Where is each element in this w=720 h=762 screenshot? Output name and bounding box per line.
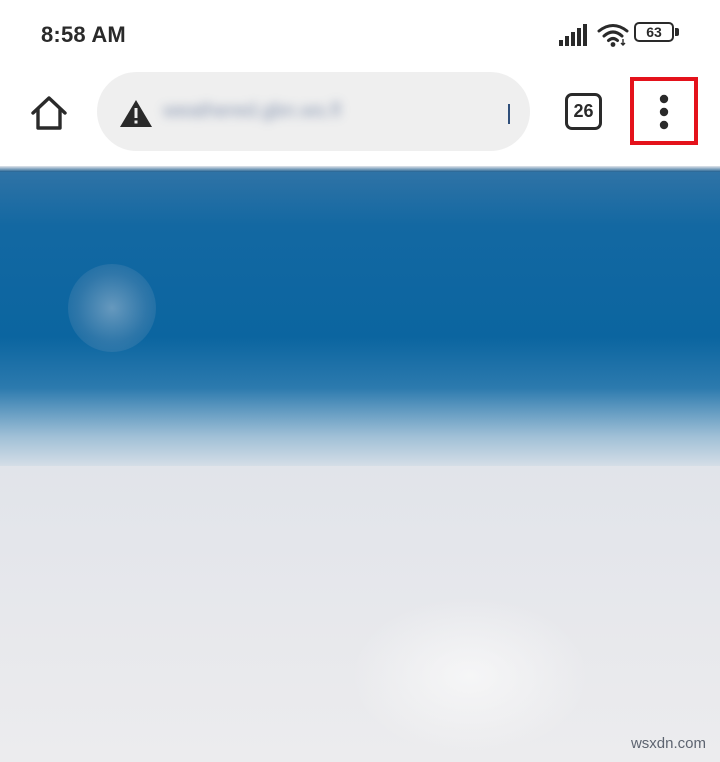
home-button[interactable] — [26, 90, 72, 136]
more-vert-icon — [659, 94, 669, 130]
browser-screen: 8:58 AM 63 weathered.gbn.ws.fl 26 wsxdn.… — [0, 0, 720, 762]
blurred-logo — [68, 264, 156, 352]
status-time: 8:58 AM — [41, 22, 126, 47]
page-header-banner — [0, 172, 720, 472]
home-icon — [31, 96, 67, 130]
wifi-icon — [597, 24, 629, 47]
status-bar: 8:58 AM 63 — [0, 0, 720, 68]
watermark: wsxdn.com — [630, 735, 706, 752]
url-text[interactable]: weathered.gbn.ws.fl — [163, 98, 505, 124]
page-body — [0, 466, 720, 762]
text-cursor — [508, 104, 510, 124]
more-options-button[interactable] — [630, 77, 698, 145]
tab-switcher-button[interactable]: 26 — [565, 93, 602, 130]
warning-icon[interactable] — [119, 98, 153, 128]
web-page-content[interactable]: wsxdn.com — [0, 166, 720, 762]
battery-icon: 63 — [634, 22, 680, 46]
blurred-highlight — [350, 596, 590, 756]
address-bar[interactable]: weathered.gbn.ws.fl — [97, 72, 530, 151]
battery-level: 63 — [646, 24, 662, 40]
battery-tip — [675, 28, 679, 36]
browser-toolbar: weathered.gbn.ws.fl 26 — [0, 68, 720, 166]
cellular-signal-icon — [559, 24, 587, 46]
